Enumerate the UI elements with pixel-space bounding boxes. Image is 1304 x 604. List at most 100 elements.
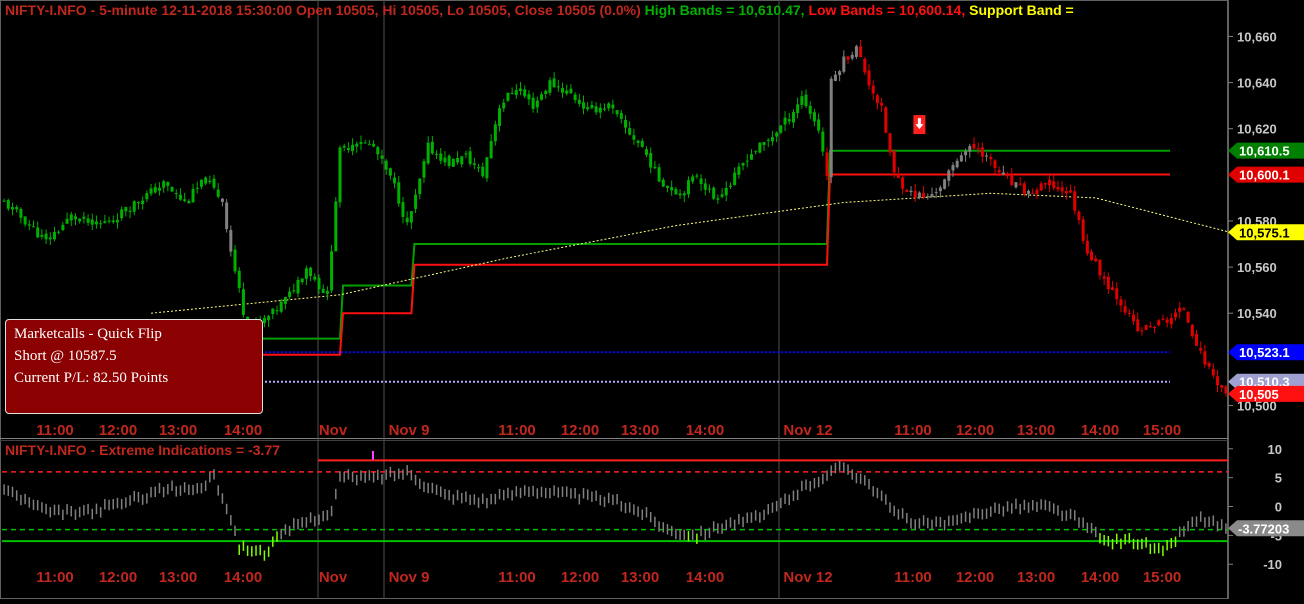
candle bbox=[174, 192, 178, 194]
candle bbox=[716, 198, 720, 200]
candle bbox=[854, 46, 858, 57]
candle bbox=[275, 310, 279, 312]
candle bbox=[976, 148, 980, 150]
candle bbox=[586, 107, 590, 110]
candle bbox=[157, 187, 161, 191]
y-tick-label: -10 bbox=[1263, 557, 1282, 572]
candle bbox=[1081, 219, 1085, 241]
candle bbox=[363, 142, 367, 144]
candle bbox=[917, 192, 921, 198]
y-tick-label: 10,560 bbox=[1237, 260, 1277, 275]
candle bbox=[749, 154, 753, 160]
price-tag-label: 10,523.1 bbox=[1239, 345, 1290, 360]
candle bbox=[913, 190, 917, 198]
candle bbox=[178, 194, 182, 200]
x-tick-label: 12:00 bbox=[956, 569, 994, 586]
candle bbox=[1190, 324, 1194, 337]
x-tick-label: 13:00 bbox=[159, 422, 197, 439]
candle bbox=[1178, 307, 1182, 312]
position-text: Short @ 10587.5 bbox=[14, 348, 117, 364]
candle bbox=[1144, 325, 1148, 330]
candle bbox=[1186, 311, 1190, 323]
candle bbox=[762, 142, 766, 146]
oscillator-value-label: -3.77203 bbox=[1238, 521, 1289, 536]
candle bbox=[1132, 314, 1136, 322]
candle bbox=[380, 155, 384, 159]
candle bbox=[1174, 312, 1178, 318]
candle bbox=[817, 119, 821, 131]
candle bbox=[607, 103, 611, 109]
candle bbox=[330, 251, 334, 291]
candle bbox=[271, 308, 275, 314]
candle bbox=[636, 140, 640, 143]
candle bbox=[409, 211, 413, 223]
x-tick-label: 11:00 bbox=[498, 569, 536, 586]
candle bbox=[141, 200, 145, 205]
candle bbox=[665, 185, 669, 188]
candle bbox=[644, 149, 648, 155]
candle bbox=[422, 161, 426, 178]
x-tick-label: 13:00 bbox=[621, 569, 659, 586]
candle bbox=[943, 179, 947, 189]
candle bbox=[699, 178, 703, 185]
candle bbox=[523, 89, 527, 97]
candle bbox=[867, 70, 871, 86]
candle bbox=[1085, 240, 1089, 254]
candle bbox=[519, 88, 523, 92]
candle bbox=[754, 151, 758, 153]
candle bbox=[212, 178, 216, 188]
candle bbox=[838, 71, 842, 76]
candle bbox=[73, 216, 77, 220]
candle bbox=[989, 157, 993, 160]
candle bbox=[1115, 288, 1119, 300]
candle bbox=[632, 135, 636, 140]
candle bbox=[99, 223, 103, 225]
candle bbox=[951, 165, 955, 171]
chart-border bbox=[0, 0, 1228, 599]
candle bbox=[342, 145, 346, 148]
candle bbox=[787, 119, 791, 122]
candle bbox=[745, 160, 749, 162]
candle bbox=[884, 107, 888, 133]
candle bbox=[1211, 368, 1215, 376]
candle bbox=[1102, 276, 1106, 279]
candle bbox=[896, 173, 900, 178]
x-tick-label: 12:00 bbox=[99, 569, 137, 586]
candle bbox=[456, 157, 460, 163]
candle bbox=[220, 198, 224, 202]
candle bbox=[31, 226, 35, 228]
x-tick-label: 11:00 bbox=[36, 569, 74, 586]
candle bbox=[216, 189, 220, 197]
x-tick-label: Nov 12 bbox=[783, 422, 832, 439]
candle bbox=[968, 146, 972, 152]
candle bbox=[661, 179, 665, 187]
x-tick-label: 14:00 bbox=[686, 569, 724, 586]
strategy-name: Marketcalls - Quick Flip bbox=[14, 326, 162, 342]
candle bbox=[582, 102, 586, 109]
candle bbox=[703, 183, 707, 190]
candle bbox=[359, 142, 363, 144]
candle bbox=[947, 170, 951, 181]
x-tick-label: 12:00 bbox=[99, 422, 137, 439]
candle bbox=[905, 189, 909, 192]
candle bbox=[447, 155, 451, 166]
candle bbox=[472, 163, 476, 165]
candle bbox=[926, 196, 930, 198]
candle bbox=[267, 316, 271, 321]
x-tick-label: 14:00 bbox=[1081, 569, 1119, 586]
candle bbox=[48, 237, 52, 240]
candle bbox=[477, 167, 481, 169]
candle bbox=[657, 167, 661, 182]
chart-area[interactable]: 10,660 10,640 10,620 10,580 10,560 10,540 10,5… bbox=[0, 0, 1304, 599]
candle bbox=[569, 88, 573, 94]
candle bbox=[1010, 174, 1014, 186]
candle bbox=[325, 291, 329, 295]
candle bbox=[10, 207, 14, 210]
candle bbox=[1064, 191, 1068, 194]
candle bbox=[1056, 186, 1060, 190]
candle bbox=[720, 194, 724, 197]
candle bbox=[1001, 172, 1005, 175]
candle bbox=[770, 137, 774, 142]
support-band-readout: Support Band = bbox=[969, 2, 1074, 18]
candle bbox=[1165, 319, 1169, 323]
